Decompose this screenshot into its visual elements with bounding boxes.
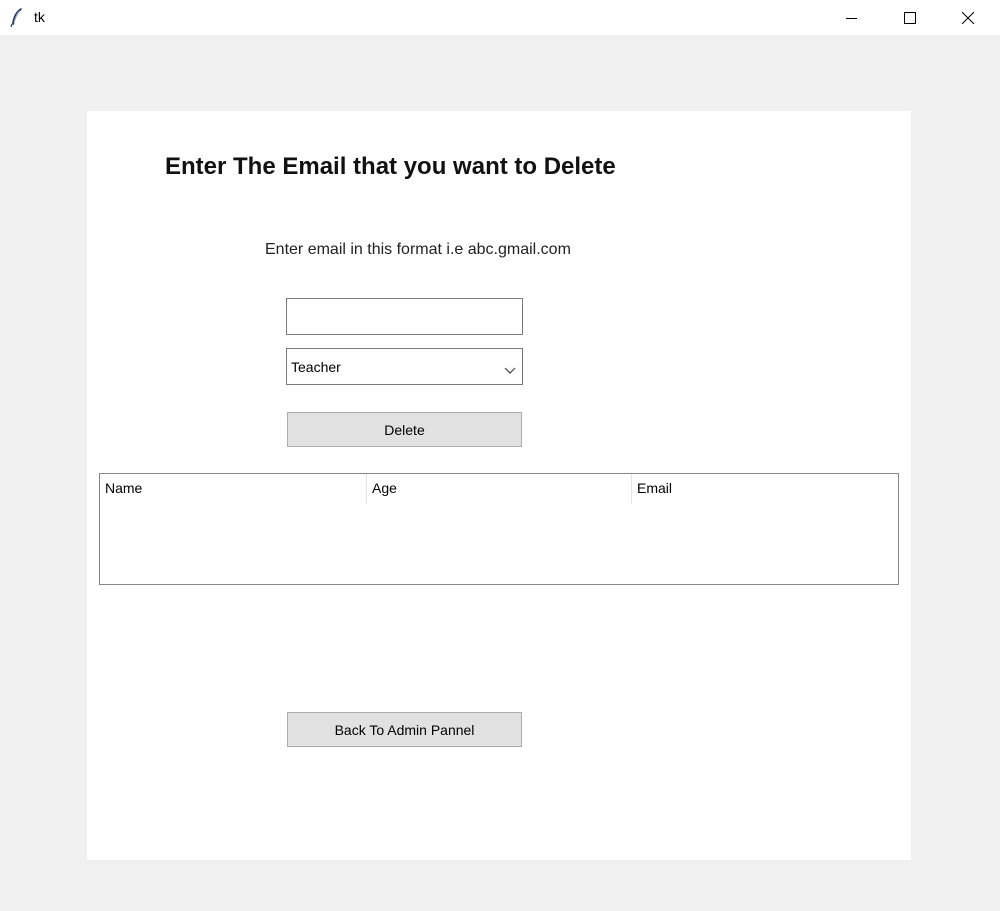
- table-body[interactable]: [100, 504, 898, 584]
- chevron-down-icon: [503, 362, 517, 374]
- maximize-icon: [904, 11, 916, 24]
- role-select[interactable]: Teacher: [286, 348, 523, 385]
- email-format-hint: Enter email in this format i.e abc.gmail…: [265, 241, 571, 258]
- column-header-name[interactable]: Name: [100, 474, 366, 504]
- close-icon: [962, 11, 974, 24]
- minimize-icon: [846, 12, 858, 24]
- maximize-button[interactable]: [881, 0, 939, 35]
- delete-button[interactable]: Delete: [287, 412, 522, 447]
- email-input[interactable]: [286, 298, 523, 335]
- page-title: Enter The Email that you want to Delete: [165, 153, 616, 180]
- close-button[interactable]: [939, 0, 997, 35]
- records-table[interactable]: Name Age Email: [99, 473, 899, 585]
- delete-email-panel: Enter The Email that you want to Delete …: [87, 111, 911, 860]
- table-header: Name Age Email: [100, 474, 898, 504]
- minimize-button[interactable]: [823, 0, 881, 35]
- role-select-value: Teacher: [291, 359, 341, 375]
- column-header-email[interactable]: Email: [631, 474, 898, 504]
- column-header-age[interactable]: Age: [366, 474, 631, 504]
- tk-feather-icon: [10, 7, 24, 28]
- back-to-admin-button[interactable]: Back To Admin Pannel: [287, 712, 522, 747]
- window-title: tk: [34, 9, 45, 25]
- title-bar: tk: [0, 0, 1000, 35]
